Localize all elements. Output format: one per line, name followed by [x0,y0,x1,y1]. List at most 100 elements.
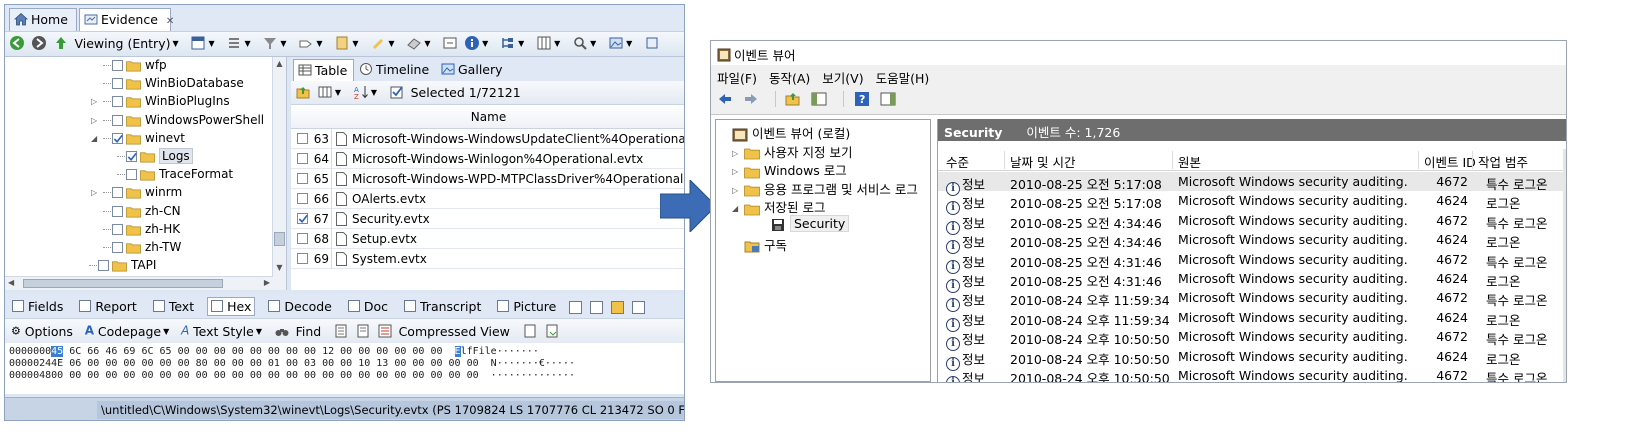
event-row[interactable]: i 정보 2010-08-24 오후 10:50:50 Microsoft Windo… [938,366,1566,382]
tree-node[interactable]: zh-HK [91,222,180,240]
chevron-down-icon[interactable]: ▼ [280,39,286,48]
tree-checkbox[interactable] [112,96,123,108]
column-header[interactable]: 원본 [1178,152,1201,171]
export-icon[interactable] [442,35,458,51]
layout-icon[interactable] [190,35,206,51]
folder-up-icon[interactable] [295,84,311,100]
tree-checkbox[interactable] [112,223,123,235]
bookmark-icon[interactable] [334,35,350,51]
column-header[interactable]: 수준 [946,152,969,171]
expand-icon[interactable]: ▷ [91,116,103,125]
tree-checkbox[interactable] [126,151,137,162]
tree-node[interactable]: wfp [91,58,167,76]
tab-picture[interactable]: Picture [494,298,559,315]
page-export-icon[interactable] [544,323,560,339]
scroll-thumb[interactable] [274,232,285,246]
chevron-down-icon[interactable]: ▼ [424,39,430,48]
table-row[interactable]: 67 Security.evtx [291,209,684,229]
folder-up-icon[interactable] [785,91,801,107]
forward-icon[interactable] [31,35,47,51]
tree-node[interactable]: ▷ winrm [91,185,182,203]
chevron-down-icon[interactable]: ▼ [335,88,341,97]
tree-checkbox[interactable] [112,205,123,217]
split-icon[interactable] [590,301,604,314]
filter-icon[interactable] [262,35,278,51]
tree-icon[interactable] [500,35,516,51]
back-arrow-icon[interactable] [717,91,733,107]
options-button[interactable]: Options [25,324,73,339]
tree-node[interactable]: TraceFormat [105,167,233,185]
image-icon[interactable] [608,35,624,51]
event-row[interactable]: i 정보 2010-08-24 오후 10:50:50 Microsoft Windo… [938,347,1566,371]
chevron-down-icon[interactable]: ▼ [316,39,322,48]
event-row[interactable]: i 정보 2010-08-25 오전 4:31:46 Microsoft Window… [938,269,1566,293]
hex-selected-byte[interactable]: 45 [51,346,64,357]
tree-horizontal-scrollbar[interactable]: ◀ ▶ [5,276,273,290]
tree-checkbox[interactable] [112,132,123,144]
find-button[interactable]: Find [296,324,322,339]
expand-icon[interactable]: ▷ [91,188,103,197]
table-row[interactable]: 63 Microsoft-Windows-WindowsUpdateClient%… [291,129,684,149]
tree-checkbox[interactable] [112,187,123,199]
viewer-tree-node[interactable]: 구독 [732,235,787,253]
menu-item[interactable]: 도움말(H) [876,71,930,86]
chevron-down-icon[interactable]: ▼ [256,327,262,336]
tree-checkbox[interactable] [112,114,123,126]
back-icon[interactable] [9,35,25,51]
expand-icon[interactable]: ▷ [732,186,744,195]
chevron-down-icon[interactable]: ▼ [590,39,596,48]
tab-evidence[interactable]: Evidence ✕ [79,8,174,31]
chevron-down-icon[interactable]: ▼ [371,88,377,97]
console-icon[interactable] [569,301,583,314]
column-divider[interactable] [1172,151,1173,169]
expand-icon[interactable]: ▷ [732,149,744,158]
tab-report[interactable]: Report [76,298,139,315]
viewer-tree-node[interactable]: ◢ 저장된 로그 [732,197,825,215]
expand-icon[interactable]: ▷ [732,167,744,176]
document-icon[interactable] [333,323,349,339]
help-icon[interactable]: ? [854,91,870,107]
tab-fields[interactable]: Fields [9,298,66,315]
chevron-down-icon[interactable]: ▼ [482,39,488,48]
tab-doc[interactable]: Doc [345,298,391,315]
tab-home[interactable]: Home [9,8,77,31]
event-row[interactable]: i 정보 2010-08-24 오후 10:50:50 Microsoft Windo… [938,327,1566,352]
event-row[interactable]: i 정보 2010-08-25 오전 5:17:08 Microsoft Window… [938,191,1566,216]
expand-icon[interactable]: ▷ [91,97,103,106]
tag-icon[interactable] [298,35,314,51]
chevron-down-icon[interactable]: ▼ [626,39,632,48]
chevron-down-icon[interactable]: ▼ [388,39,394,48]
tab-table[interactable]: Table [293,59,355,81]
table-row[interactable]: 68 Setup.evtx [291,229,684,249]
settings-icon[interactable] [632,301,646,314]
page-icon[interactable] [522,323,538,339]
expanded-icon[interactable]: ◢ [91,134,103,143]
column-divider[interactable] [1418,151,1419,169]
tree-node[interactable]: TAPI [77,258,156,276]
codepage-dropdown[interactable]: Codepage [98,324,161,339]
columns-icon[interactable] [536,35,552,51]
tab-text[interactable]: Text [150,298,197,315]
event-row[interactable]: i 정보 2010-08-24 오후 11:59:34 Microsoft Windo… [938,288,1566,313]
document-icon[interactable] [355,323,371,339]
table-row[interactable]: 69 System.evtx [291,249,684,269]
column-header[interactable]: 이벤트 ID [1424,152,1476,171]
menu-item[interactable]: 보기(V) [822,71,863,86]
chevron-down-icon[interactable]: ▼ [554,39,560,48]
tree-checkbox[interactable] [98,260,109,272]
tree-node[interactable]: ▷ WinBioPlugIns [91,94,230,112]
event-row[interactable]: i 정보 2010-08-25 오전 4:34:46 Microsoft Window… [938,211,1566,235]
viewer-tree-node[interactable]: Security [758,215,850,234]
column-divider[interactable] [1472,151,1473,169]
tree-node[interactable]: WinBioDatabase [91,76,244,94]
action-pane-icon[interactable] [880,91,896,107]
columns-icon[interactable] [317,84,333,100]
viewing-mode-dropdown[interactable]: Viewing (Entry) [74,36,170,51]
viewer-tree-node[interactable]: 이벤트 뷰어 (로컬) [720,123,850,141]
viewer-tree-node[interactable]: ▷ 응용 프로그램 및 서비스 로그 [732,179,918,197]
tree-checkbox[interactable] [126,169,137,181]
compressed-view-button[interactable]: Compressed View [399,324,510,339]
chevron-down-icon[interactable]: ▼ [163,327,169,336]
up-arrow-icon[interactable] [53,35,69,51]
column-divider[interactable] [1004,151,1005,169]
